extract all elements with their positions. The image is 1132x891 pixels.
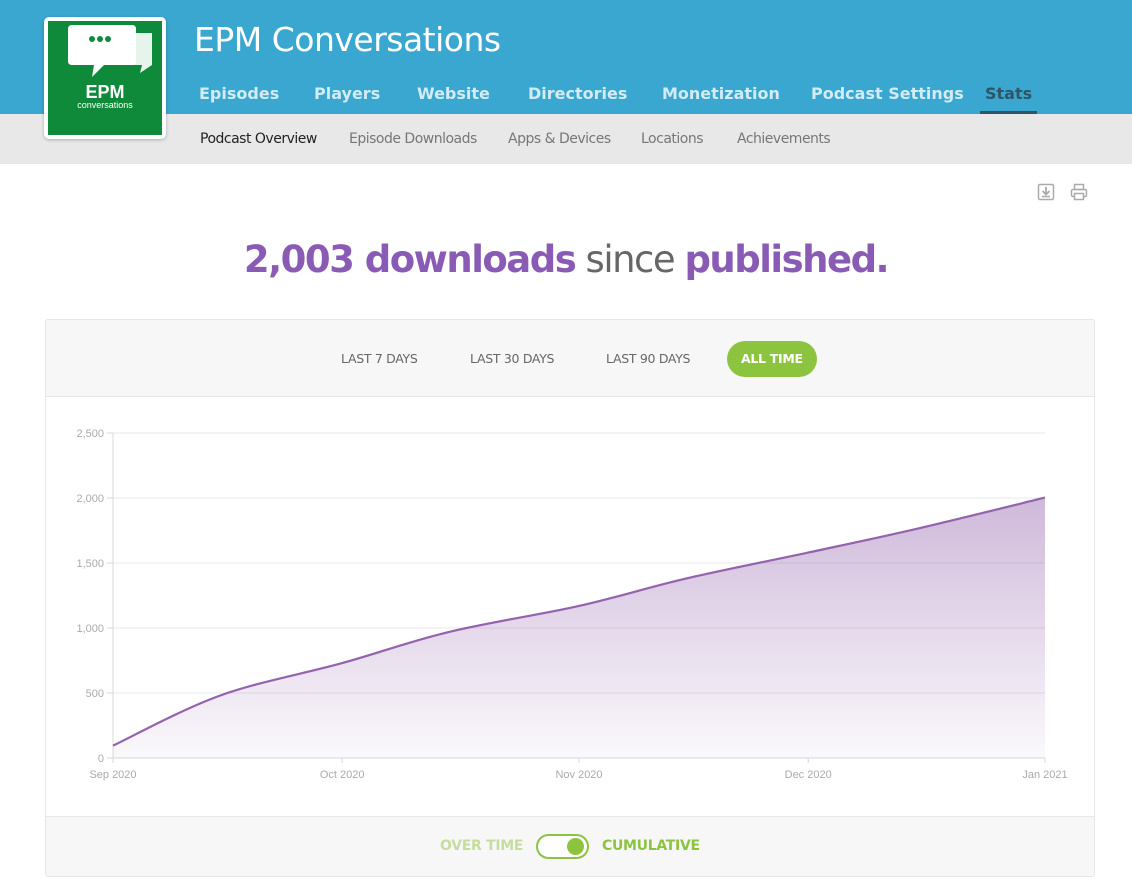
toggle-cumulative-label[interactable]: CUMULATIVE bbox=[602, 838, 700, 854]
downloads-chart: 0 500 1,000 1,500 2,000 2,500 Sep 2020 Oct 2020… bbox=[76, 428, 1067, 781]
y-tick-label: 2,500 bbox=[76, 428, 104, 440]
logo-wordmark: EPM bbox=[85, 82, 125, 102]
y-tick-label: 0 bbox=[98, 753, 104, 765]
subnav-apps-devices[interactable]: Apps & Devices bbox=[508, 131, 611, 147]
download-icon[interactable] bbox=[1037, 183, 1055, 201]
range-last-30-days[interactable]: LAST 30 DAYS bbox=[456, 341, 568, 377]
y-tick-label: 2,000 bbox=[76, 493, 104, 505]
range-last-90-days[interactable]: LAST 90 DAYS bbox=[592, 341, 704, 377]
y-tick-label: 1,000 bbox=[76, 623, 104, 635]
nav-episodes[interactable]: Episodes bbox=[199, 84, 279, 114]
downloads-chart-card: LAST 7 DAYS LAST 30 DAYS LAST 90 DAYS AL… bbox=[45, 319, 1095, 877]
logo-artwork: EPM conversations bbox=[48, 21, 162, 135]
subnav-achievements[interactable]: Achievements bbox=[737, 131, 831, 147]
podcast-logo[interactable]: EPM conversations bbox=[44, 17, 166, 139]
y-tick-label: 1,500 bbox=[76, 558, 104, 570]
time-range-bar: LAST 7 DAYS LAST 30 DAYS LAST 90 DAYS AL… bbox=[46, 320, 1094, 397]
downloads-headline: 2,003 downloads since published. bbox=[0, 238, 1132, 281]
range-all-time[interactable]: ALL TIME bbox=[727, 341, 817, 377]
nav-podcast-settings[interactable]: Podcast Settings bbox=[811, 84, 964, 114]
nav-website[interactable]: Website bbox=[417, 84, 490, 114]
headline-since: since bbox=[585, 238, 676, 281]
x-tick-label: Sep 2020 bbox=[89, 769, 136, 781]
toggle-knob bbox=[567, 838, 584, 855]
speech-bubbles-icon bbox=[68, 25, 152, 77]
nav-monetization[interactable]: Monetization bbox=[662, 84, 780, 114]
downloads-count: 2,003 downloads bbox=[243, 238, 577, 281]
nav-stats[interactable]: Stats bbox=[979, 84, 1038, 114]
x-tick-label: Dec 2020 bbox=[785, 769, 832, 781]
headline-published: published. bbox=[684, 238, 889, 281]
subnav-locations[interactable]: Locations bbox=[641, 131, 704, 147]
logo-subtext: conversations bbox=[77, 100, 133, 110]
nav-directories[interactable]: Directories bbox=[528, 84, 627, 114]
chart-mode-toggle-bar: OVER TIME CUMULATIVE bbox=[46, 816, 1094, 876]
x-tick-label: Nov 2020 bbox=[555, 769, 602, 781]
y-tick-label: 500 bbox=[86, 688, 104, 700]
range-last-7-days[interactable]: LAST 7 DAYS bbox=[327, 341, 432, 377]
subnav-episode-downloads[interactable]: Episode Downloads bbox=[349, 131, 477, 147]
x-tick-label: Oct 2020 bbox=[320, 769, 365, 781]
x-tick-label: Jan 2021 bbox=[1022, 769, 1067, 781]
print-icon[interactable] bbox=[1070, 183, 1088, 201]
podcast-title: EPM Conversations bbox=[194, 20, 501, 59]
cumulative-toggle[interactable] bbox=[536, 834, 589, 859]
subnav-podcast-overview[interactable]: Podcast Overview bbox=[200, 131, 317, 147]
nav-players[interactable]: Players bbox=[314, 84, 380, 114]
toggle-over-time-label[interactable]: OVER TIME bbox=[440, 838, 523, 854]
